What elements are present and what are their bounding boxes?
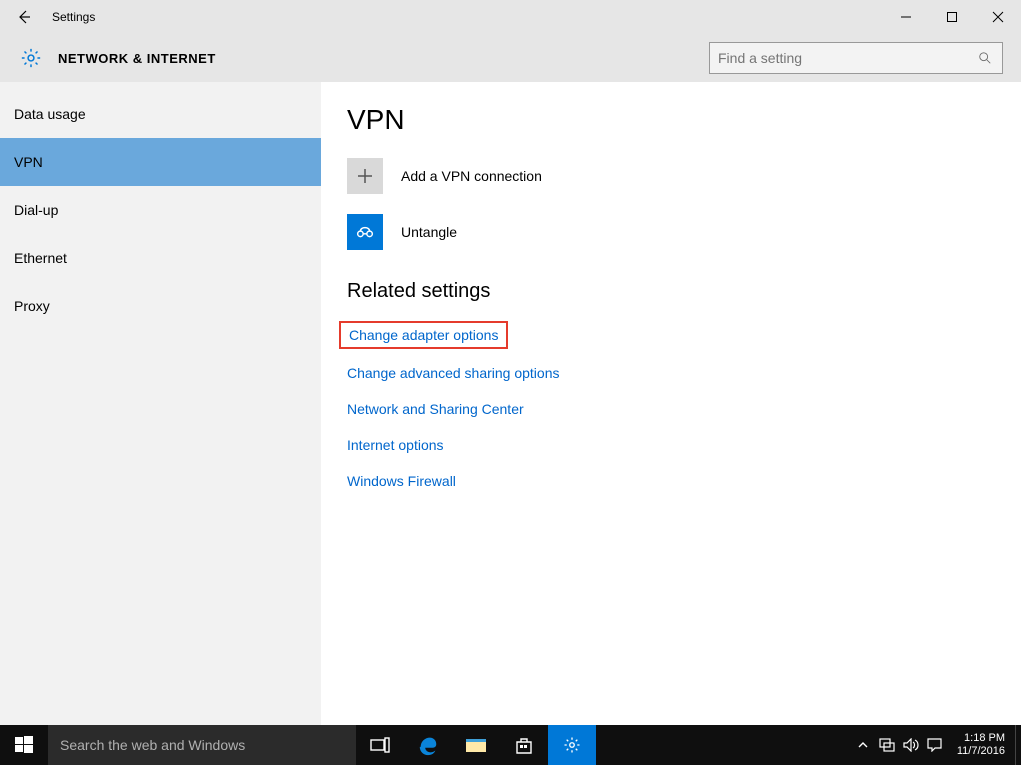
related-settings-heading: Related settings [347, 280, 1021, 303]
link-change-advanced-sharing[interactable]: Change advanced sharing options [347, 365, 560, 381]
add-vpn-label: Add a VPN connection [401, 168, 542, 184]
taskbar-search-placeholder: Search the web and Windows [60, 737, 245, 753]
header: NETWORK & INTERNET [0, 34, 1021, 82]
task-view-icon [370, 737, 390, 753]
sidebar-item-ethernet[interactable]: Ethernet [0, 234, 321, 282]
windows-icon [15, 736, 33, 754]
titlebar: Settings [0, 0, 1021, 34]
sidebar-item-label: Proxy [14, 298, 50, 314]
vpn-icon [354, 221, 376, 243]
task-view-button[interactable] [356, 725, 404, 765]
settings-window: Settings NETWORK & INTERNET Data usage V… [0, 0, 1021, 725]
vpn-connection-label: Untangle [401, 224, 457, 240]
back-button[interactable] [0, 0, 48, 34]
sidebar-item-label: Dial-up [14, 202, 58, 218]
clock-date: 11/7/2016 [957, 745, 1005, 758]
show-desktop-button[interactable] [1015, 725, 1021, 765]
sidebar-item-dialup[interactable]: Dial-up [0, 186, 321, 234]
sidebar-item-label: Ethernet [14, 250, 67, 266]
plus-tile [347, 158, 383, 194]
link-network-sharing-center[interactable]: Network and Sharing Center [347, 401, 524, 417]
page-category-heading: NETWORK & INTERNET [46, 51, 216, 66]
taskbar-edge[interactable] [404, 725, 452, 765]
settings-search-input[interactable] [718, 50, 978, 66]
edge-icon [417, 734, 439, 756]
tray-volume[interactable] [899, 725, 923, 765]
taskbar-file-explorer[interactable] [452, 725, 500, 765]
notification-icon [927, 738, 942, 752]
system-tray: 1:18 PM 11/7/2016 [851, 725, 1021, 765]
plus-icon [356, 167, 374, 185]
minimize-icon [900, 11, 912, 23]
add-vpn-row[interactable]: Add a VPN connection [347, 156, 1021, 196]
settings-search[interactable] [709, 42, 1003, 74]
close-button[interactable] [975, 0, 1021, 34]
page-title: VPN [347, 104, 1021, 136]
start-button[interactable] [0, 725, 48, 765]
network-icon [879, 738, 895, 752]
body: Data usage VPN Dial-up Ethernet Proxy VP… [0, 82, 1021, 725]
folder-icon [465, 736, 487, 754]
minimize-button[interactable] [883, 0, 929, 34]
taskbar-settings[interactable] [548, 725, 596, 765]
arrow-left-icon [16, 9, 32, 25]
sidebar-item-label: Data usage [14, 106, 86, 122]
tray-overflow[interactable] [851, 725, 875, 765]
maximize-icon [946, 11, 958, 23]
speaker-icon [903, 738, 919, 752]
gear-icon [20, 47, 42, 69]
taskbar-search[interactable]: Search the web and Windows [48, 725, 356, 765]
sidebar-item-vpn[interactable]: VPN [0, 138, 321, 186]
maximize-button[interactable] [929, 0, 975, 34]
link-change-adapter-options[interactable]: Change adapter options [339, 321, 508, 349]
main-content: VPN Add a VPN connection Untangle Relate… [321, 82, 1021, 725]
settings-icon-wrap [16, 47, 46, 69]
tray-network[interactable] [875, 725, 899, 765]
clock-time: 1:18 PM [957, 732, 1005, 745]
sidebar-item-proxy[interactable]: Proxy [0, 282, 321, 330]
search-icon [978, 51, 994, 65]
chevron-up-icon [857, 739, 869, 751]
sidebar: Data usage VPN Dial-up Ethernet Proxy [0, 82, 321, 725]
sidebar-item-data-usage[interactable]: Data usage [0, 90, 321, 138]
link-windows-firewall[interactable]: Windows Firewall [347, 473, 456, 489]
link-internet-options[interactable]: Internet options [347, 437, 444, 453]
window-title: Settings [48, 10, 95, 24]
sidebar-item-label: VPN [14, 154, 43, 170]
close-icon [992, 11, 1004, 23]
store-icon [514, 735, 534, 755]
taskbar-store[interactable] [500, 725, 548, 765]
tray-action-center[interactable] [923, 725, 947, 765]
taskbar: Search the web and Windows 1:18 PM 11/7/… [0, 725, 1021, 765]
taskbar-clock[interactable]: 1:18 PM 11/7/2016 [947, 732, 1015, 758]
vpn-connection-row[interactable]: Untangle [347, 212, 1021, 252]
vpn-tile [347, 214, 383, 250]
gear-icon [563, 736, 581, 754]
